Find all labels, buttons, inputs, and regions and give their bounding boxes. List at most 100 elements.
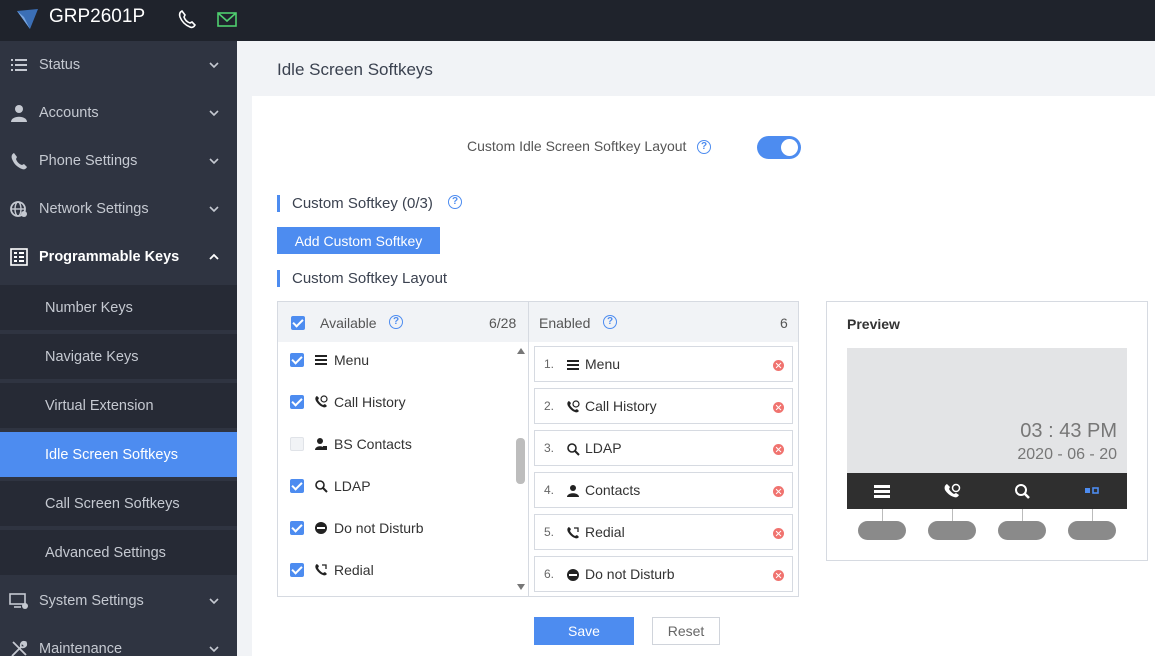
enabled-item[interactable]: 6. Do not Disturb: [534, 556, 793, 592]
remove-icon[interactable]: [773, 360, 784, 371]
remove-icon[interactable]: [773, 528, 784, 539]
sidebar-item-accounts[interactable]: Accounts: [0, 89, 237, 137]
softkey-connector: [1022, 509, 1023, 521]
user-icon: [11, 105, 27, 122]
tools-icon: [11, 640, 28, 656]
sidebar-subitem-virtual-extension[interactable]: Virtual Extension: [0, 383, 237, 428]
chevron-down-icon: [209, 598, 219, 605]
top-bar: GRP2601P: [0, 0, 1155, 41]
list-item[interactable]: BS Contacts: [278, 425, 514, 467]
sidebar: Status Accounts Phone Settings Network S…: [0, 41, 237, 656]
item-checkbox[interactable]: [290, 521, 304, 535]
sidebar-item-phone-settings[interactable]: Phone Settings: [0, 137, 237, 185]
ldap-icon: [1015, 484, 1030, 499]
softkey-connector: [1092, 509, 1093, 521]
preview-softkey-bar: [847, 473, 1127, 509]
enabled-item[interactable]: 2. Call History: [534, 388, 793, 424]
help-icon[interactable]: ?: [448, 195, 462, 209]
page-title: Idle Screen Softkeys: [277, 60, 433, 79]
item-label: Call History: [334, 394, 406, 410]
list-item[interactable]: Menu: [278, 341, 514, 383]
reset-button[interactable]: Reset: [652, 617, 720, 645]
preview-screen: 03 : 43 PM 2020 - 06 - 20: [847, 348, 1127, 473]
sidebar-subitem-advanced-settings[interactable]: Advanced Settings: [0, 530, 237, 575]
phone-icon: [11, 153, 27, 170]
call-history-icon: [315, 395, 328, 408]
list-item[interactable]: LDAP: [278, 467, 514, 509]
sidebar-item-label: Accounts: [39, 105, 99, 121]
softkey-connector: [882, 509, 883, 521]
sidebar-subitem-label: Call Screen Softkeys: [45, 495, 180, 512]
sidebar-subitem-number-keys[interactable]: Number Keys: [0, 285, 237, 330]
list-item[interactable]: Call History: [278, 383, 514, 425]
sidebar-subitem-label: Virtual Extension: [45, 397, 154, 414]
list-item[interactable]: Do not Disturb: [278, 509, 514, 551]
remove-icon[interactable]: [773, 444, 784, 455]
item-index: 5.: [544, 525, 555, 539]
preview-softkey-button-4[interactable]: [1068, 521, 1116, 540]
keypad-icon: [10, 248, 28, 266]
sidebar-subitem-idle-screen-softkeys[interactable]: Idle Screen Softkeys: [0, 432, 237, 477]
preview-softkey-button-1[interactable]: [858, 521, 906, 540]
enabled-count: 6: [780, 315, 788, 331]
sidebar-item-status[interactable]: Status: [0, 41, 237, 89]
custom-softkey-title: Custom Softkey (0/3): [277, 195, 433, 212]
sidebar-item-programmable-keys[interactable]: Programmable Keys: [0, 233, 237, 281]
select-all-checkbox[interactable]: [291, 316, 305, 330]
sidebar-subitem-label: Advanced Settings: [45, 544, 166, 561]
item-label: Menu: [334, 352, 370, 368]
preview-panel: Preview 03 : 43 PM 2020 - 06 - 20: [826, 301, 1148, 561]
item-checkbox[interactable]: [290, 479, 304, 493]
ldap-icon: [567, 443, 580, 456]
enabled-header: Enabled ? 6: [529, 302, 798, 342]
globe-icon: [10, 201, 27, 217]
enabled-item[interactable]: 4. Contacts: [534, 472, 793, 508]
help-icon[interactable]: ?: [603, 315, 617, 329]
sidebar-item-label: Programmable Keys: [39, 249, 180, 265]
call-history-icon: [567, 400, 580, 413]
preview-softkey-button-2[interactable]: [928, 521, 976, 540]
add-custom-softkey-button[interactable]: Add Custom Softkey: [277, 227, 440, 254]
custom-layout-toggle[interactable]: [757, 136, 801, 159]
save-button[interactable]: Save: [534, 617, 634, 645]
sidebar-item-label: Maintenance: [39, 641, 123, 656]
sidebar-subitem-call-screen-softkeys[interactable]: Call Screen Softkeys: [0, 481, 237, 526]
item-checkbox[interactable]: [290, 437, 304, 451]
chevron-down-icon: [209, 110, 219, 117]
help-icon[interactable]: ?: [697, 140, 711, 154]
sidebar-subitem-navigate-keys[interactable]: Navigate Keys: [0, 334, 237, 379]
item-checkbox[interactable]: [290, 395, 304, 409]
phone-icon[interactable]: [176, 8, 198, 30]
preview-softkey-button-3[interactable]: [998, 521, 1046, 540]
remove-icon[interactable]: [773, 570, 784, 581]
menu-icon: [315, 355, 327, 365]
item-label: Do not Disturb: [585, 566, 675, 582]
item-checkbox[interactable]: [290, 563, 304, 577]
item-label: Redial: [334, 562, 374, 578]
remove-icon[interactable]: [773, 486, 784, 497]
enabled-item[interactable]: 3. LDAP: [534, 430, 793, 466]
dnd-icon: [567, 569, 579, 581]
list-item[interactable]: Redial: [278, 551, 514, 593]
sidebar-item-maintenance[interactable]: Maintenance: [0, 625, 237, 656]
scrollbar-thumb[interactable]: [516, 438, 525, 484]
contacts-icon: [567, 485, 579, 497]
custom-softkey-layout-title: Custom Softkey Layout: [277, 270, 447, 287]
remove-icon[interactable]: [773, 402, 784, 413]
redial-icon: [315, 564, 327, 576]
item-label: LDAP: [585, 440, 622, 456]
mail-icon[interactable]: [216, 8, 238, 30]
item-label: Menu: [585, 356, 621, 372]
bs-contacts-icon: [315, 438, 327, 450]
sidebar-item-network-settings[interactable]: Network Settings: [0, 185, 237, 233]
enabled-item[interactable]: 5. Redial: [534, 514, 793, 550]
item-checkbox[interactable]: [290, 353, 304, 367]
help-icon[interactable]: ?: [389, 315, 403, 329]
sidebar-item-label: Network Settings: [39, 201, 149, 217]
available-list: Available ? 6/28 Menu Call History BS Co…: [277, 301, 529, 597]
enabled-item[interactable]: 1. Menu: [534, 346, 793, 382]
item-label: BS Contacts: [334, 436, 412, 452]
item-index: 4.: [544, 483, 555, 497]
monitor-gear-icon: [9, 593, 28, 609]
sidebar-item-system-settings[interactable]: System Settings: [0, 577, 237, 625]
